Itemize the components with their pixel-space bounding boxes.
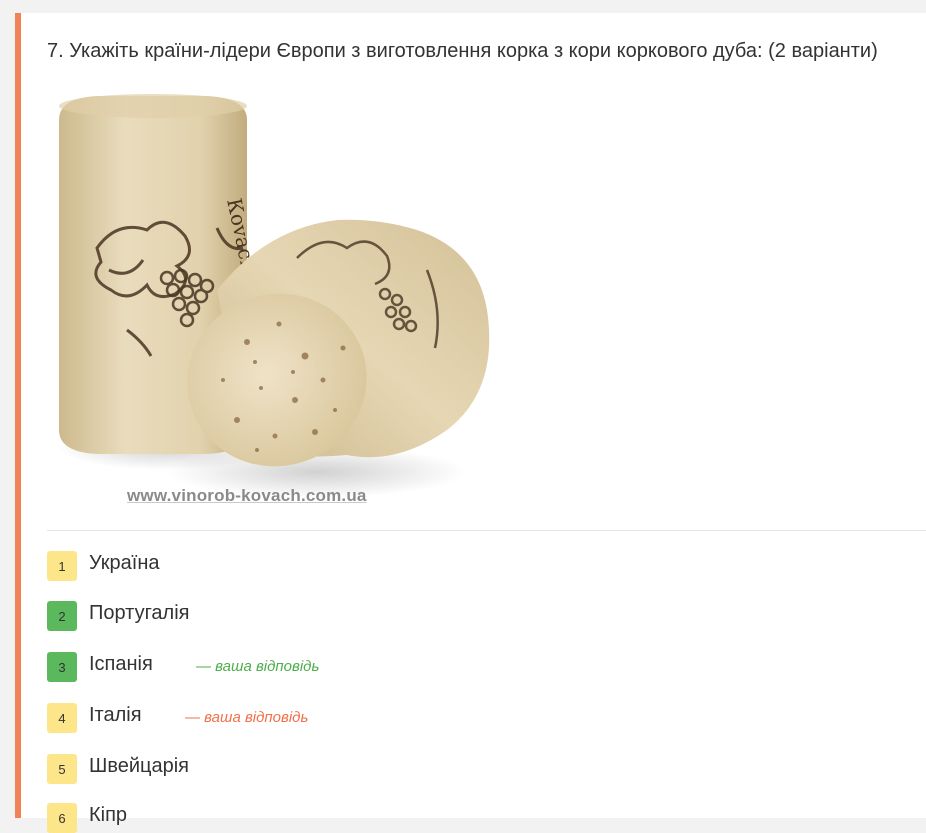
answer-option[interactable]: 4 Італія — ваша відповідь [47, 701, 907, 733]
image-watermark: www.vinorob-kovach.com.ua [127, 486, 367, 505]
option-number-badge: 4 [47, 703, 77, 733]
answer-option[interactable]: 6 Кіпр [47, 801, 907, 833]
cork-image: Кovach www.vinorob-kovach.com.ua [47, 80, 500, 520]
answer-option[interactable]: 1 Україна [47, 549, 907, 581]
option-label: Україна [89, 552, 160, 574]
option-number-badge: 5 [47, 754, 77, 784]
question-text: 7. Укажіть країни-лідери Європи з вигото… [47, 40, 878, 62]
answer-option[interactable]: 3 Іспанія — ваша відповідь [47, 650, 907, 682]
answer-option[interactable]: 5 Швейцарія [47, 752, 907, 784]
option-number-badge: 2 [47, 601, 77, 631]
option-label: Іспанія [89, 653, 153, 675]
cork-illustration: Кovach [57, 94, 490, 498]
option-number-badge: 1 [47, 551, 77, 581]
option-number-badge: 3 [47, 652, 77, 682]
option-label: Кіпр [89, 804, 128, 826]
option-label: Італія [89, 704, 142, 726]
option-label: Швейцарія [89, 755, 189, 777]
option-number-badge: 6 [47, 803, 77, 833]
answer-option[interactable]: 2 Португалія [47, 599, 907, 631]
your-answer-note: — ваша відповідь [196, 658, 320, 675]
option-label: Португалія [89, 602, 190, 624]
question-accent-bar [15, 13, 21, 818]
divider [47, 530, 926, 531]
your-answer-note: — ваша відповідь [185, 709, 309, 726]
